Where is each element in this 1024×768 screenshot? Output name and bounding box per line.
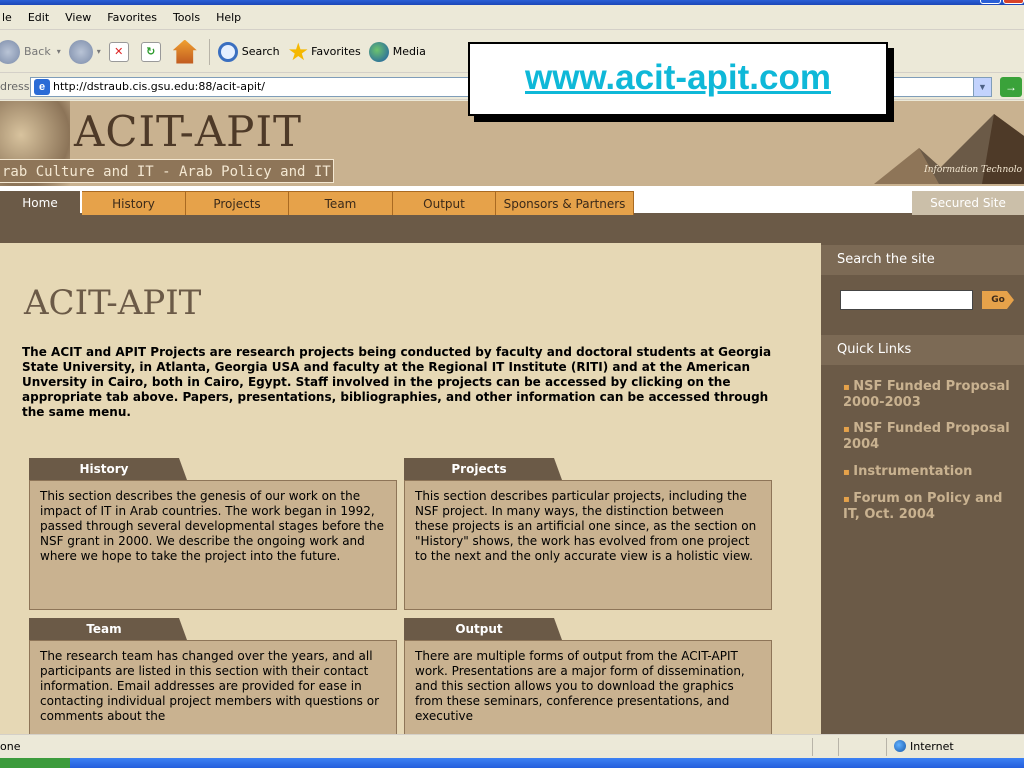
bullet-icon: ▪ xyxy=(843,494,854,505)
status-text: one xyxy=(0,740,21,753)
start-button[interactable] xyxy=(0,758,70,768)
stop-button[interactable]: ✕ xyxy=(105,35,137,69)
main-content: ACIT-APIT The ACIT and APIT Projects are… xyxy=(0,243,821,734)
status-divider xyxy=(886,738,887,756)
banner-title: ACIT-APIT xyxy=(74,107,303,156)
address-label: dress xyxy=(0,80,30,93)
team-box: Team The research team has changed over … xyxy=(29,618,397,734)
search-label: Search xyxy=(241,45,280,58)
menu-edit[interactable]: Edit xyxy=(28,11,49,24)
zone-label: Internet xyxy=(910,740,954,753)
page-title: ACIT-APIT xyxy=(24,283,202,323)
quick-links-heading: Quick Links xyxy=(821,335,1024,365)
output-box: Output There are multiple forms of outpu… xyxy=(404,618,772,734)
tab-secured-site[interactable]: Secured Site xyxy=(912,191,1024,215)
projects-box-title[interactable]: Projects xyxy=(404,458,562,480)
home-button[interactable] xyxy=(169,35,205,69)
toolbar-separator xyxy=(208,38,210,65)
refresh-icon: ↻ xyxy=(140,41,161,62)
output-box-text: There are multiple forms of output from … xyxy=(404,640,772,734)
go-arrow-icon[interactable]: → xyxy=(1000,76,1022,97)
nav-strip xyxy=(0,215,1024,243)
web-page: ACIT-APIT rab Culture and IT - Arab Poli… xyxy=(0,101,1024,734)
ie-page-icon: e xyxy=(34,78,50,95)
search-input[interactable] xyxy=(840,290,973,310)
go-button[interactable]: Go xyxy=(982,291,1014,309)
site-link[interactable]: www.acit-apit.com xyxy=(470,58,886,98)
projects-box-text: This section describes particular projec… xyxy=(404,480,772,610)
quick-link-nsf-2004[interactable]: ▪ NSF Funded Proposal 2004 xyxy=(843,421,1021,452)
forward-button[interactable]: ▾ xyxy=(65,35,105,69)
chevron-down-icon: ▾ xyxy=(56,47,61,56)
quick-link-nsf-2000[interactable]: ▪ NSF Funded Proposal 2000-2003 xyxy=(843,379,1021,410)
quick-link-forum[interactable]: ▪ Forum on Policy and IT, Oct. 2004 xyxy=(843,491,1021,522)
banner-tagline: Information Technolo xyxy=(924,165,1022,175)
bullet-icon: ▪ xyxy=(843,382,854,393)
stop-icon: ✕ xyxy=(108,41,129,62)
projects-box: Projects This section describes particul… xyxy=(404,458,772,610)
chevron-down-icon: ▾ xyxy=(96,47,101,56)
tab-sponsors[interactable]: Sponsors & Partners xyxy=(496,191,634,215)
media-label: Media xyxy=(392,45,426,58)
favorites-label: Favorites xyxy=(311,45,361,58)
quick-link-label: NSF Funded Proposal 2004 xyxy=(843,421,1010,452)
quick-link-label: NSF Funded Proposal 2000-2003 xyxy=(843,379,1010,410)
star-icon: ★ xyxy=(287,37,310,66)
internet-globe-icon xyxy=(894,740,906,752)
status-bar: one Internet xyxy=(0,734,1024,758)
history-box-title[interactable]: History xyxy=(29,458,187,480)
url-callout: www.acit-apit.com xyxy=(468,42,888,116)
menu-bar: le Edit View Favorites Tools Help xyxy=(0,5,1024,30)
intro-text: The ACIT and APIT Projects are research … xyxy=(22,345,772,419)
refresh-button[interactable]: ↻ xyxy=(137,35,169,69)
quick-link-instrumentation[interactable]: ▪ Instrumentation xyxy=(843,464,1021,480)
menu-file[interactable]: le xyxy=(2,11,12,24)
menu-view[interactable]: View xyxy=(65,11,91,24)
sidebar: Search the site Go Quick Links ▪ NSF Fun… xyxy=(821,243,1024,734)
quick-link-label: Instrumentation xyxy=(853,464,973,479)
search-button[interactable]: Search xyxy=(214,35,284,69)
banner-subtitle: rab Culture and IT - Arab Policy and IT xyxy=(0,159,334,183)
address-dropdown-icon[interactable]: ▼ xyxy=(973,77,991,96)
home-icon xyxy=(172,39,197,64)
menu-favorites[interactable]: Favorites xyxy=(107,11,157,24)
forward-arrow-icon xyxy=(68,39,93,64)
media-button[interactable]: Media xyxy=(365,35,430,69)
search-icon xyxy=(217,41,238,62)
back-button[interactable]: Back ▾ xyxy=(0,35,65,69)
tab-history[interactable]: History xyxy=(82,191,186,215)
status-divider xyxy=(812,738,813,756)
menu-help[interactable]: Help xyxy=(216,11,241,24)
tab-output[interactable]: Output xyxy=(393,191,496,215)
tab-projects[interactable]: Projects xyxy=(186,191,289,215)
site-nav: Home History Projects Team Output Sponso… xyxy=(0,186,1024,215)
history-box: History This section describes the genes… xyxy=(29,458,397,610)
bullet-icon: ▪ xyxy=(843,467,854,478)
team-box-text: The research team has changed over the y… xyxy=(29,640,397,734)
restore-button[interactable] xyxy=(980,0,1001,4)
history-box-text: This section describes the genesis of ou… xyxy=(29,480,397,610)
menu-tools[interactable]: Tools xyxy=(173,11,200,24)
media-globe-icon xyxy=(368,41,389,62)
close-button[interactable] xyxy=(1003,0,1024,4)
tab-team[interactable]: Team xyxy=(289,191,393,215)
search-heading: Search the site xyxy=(821,245,1024,275)
security-zone: Internet xyxy=(894,740,954,753)
back-label: Back xyxy=(24,45,51,58)
status-divider xyxy=(838,738,839,756)
output-box-title[interactable]: Output xyxy=(404,618,562,640)
address-input[interactable] xyxy=(53,80,453,93)
favorites-button[interactable]: ★ Favorites xyxy=(284,35,365,69)
team-box-title[interactable]: Team xyxy=(29,618,187,640)
quick-link-label: Forum on Policy and IT, Oct. 2004 xyxy=(843,491,1003,522)
back-arrow-icon xyxy=(0,39,20,64)
taskbar xyxy=(0,758,1024,768)
tab-home[interactable]: Home xyxy=(0,191,80,215)
bullet-icon: ▪ xyxy=(843,424,854,435)
